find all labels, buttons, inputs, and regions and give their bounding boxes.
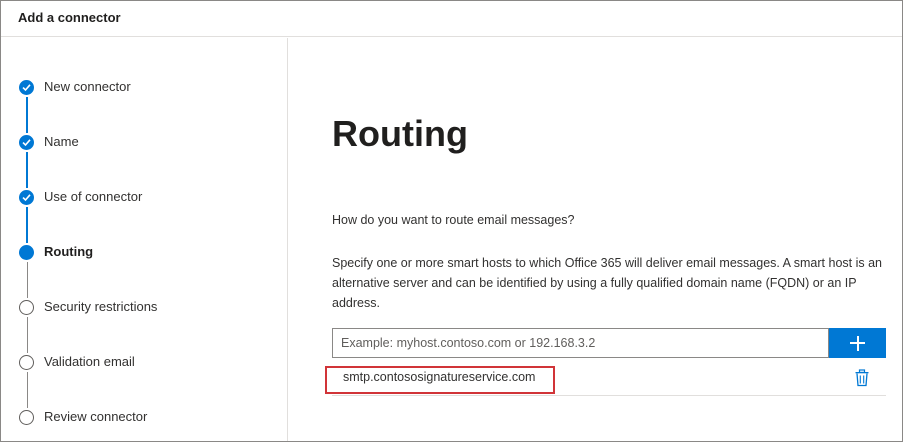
routing-question: How do you want to route email messages? [332, 213, 575, 227]
step-label: Review connector [44, 409, 148, 424]
step-name[interactable]: Name [1, 131, 288, 155]
step-label: New connector [44, 79, 131, 94]
pending-step-icon [19, 300, 34, 315]
step-label: Routing [44, 244, 94, 259]
step-connector [26, 97, 28, 133]
smart-host-value: smtp.contososignatureservice.com [343, 370, 536, 384]
page-title: Routing [332, 113, 468, 154]
current-step-icon [19, 245, 34, 260]
step-review-connector[interactable]: Review connector [1, 406, 288, 430]
pending-step-icon [19, 355, 34, 370]
step-connector [26, 152, 28, 188]
checkmark-icon [19, 80, 34, 95]
smart-host-input-row [332, 328, 886, 358]
step-connector [26, 317, 28, 353]
dialog-title: Add a connector [18, 10, 121, 25]
pending-step-icon [19, 410, 34, 425]
step-label: Name [44, 134, 79, 149]
checkmark-icon [19, 135, 34, 150]
routing-description: Specify one or more smart hosts to which… [332, 256, 882, 310]
step-label: Validation email [44, 354, 135, 369]
wizard-sidebar: New connector Name Use of connector Rout… [1, 38, 288, 441]
step-connector [26, 207, 28, 243]
step-routing[interactable]: Routing [1, 241, 288, 265]
step-label: Security restrictions [44, 299, 158, 314]
main-content: Routing How do you want to route email m… [289, 38, 902, 441]
checkmark-icon [19, 190, 34, 205]
smart-host-input[interactable] [332, 328, 829, 358]
step-connector [26, 372, 28, 408]
smart-host-list-item: smtp.contososignatureservice.com [325, 359, 886, 396]
step-use-of-connector[interactable]: Use of connector [1, 186, 288, 210]
step-new-connector[interactable]: New connector [1, 76, 288, 100]
add-smart-host-button[interactable] [829, 328, 886, 358]
trash-icon[interactable] [854, 369, 870, 387]
dialog-header: Add a connector [1, 1, 902, 37]
step-label: Use of connector [44, 189, 143, 204]
step-validation-email[interactable]: Validation email [1, 351, 288, 375]
step-connector [26, 262, 28, 298]
step-security-restrictions[interactable]: Security restrictions [1, 296, 288, 320]
